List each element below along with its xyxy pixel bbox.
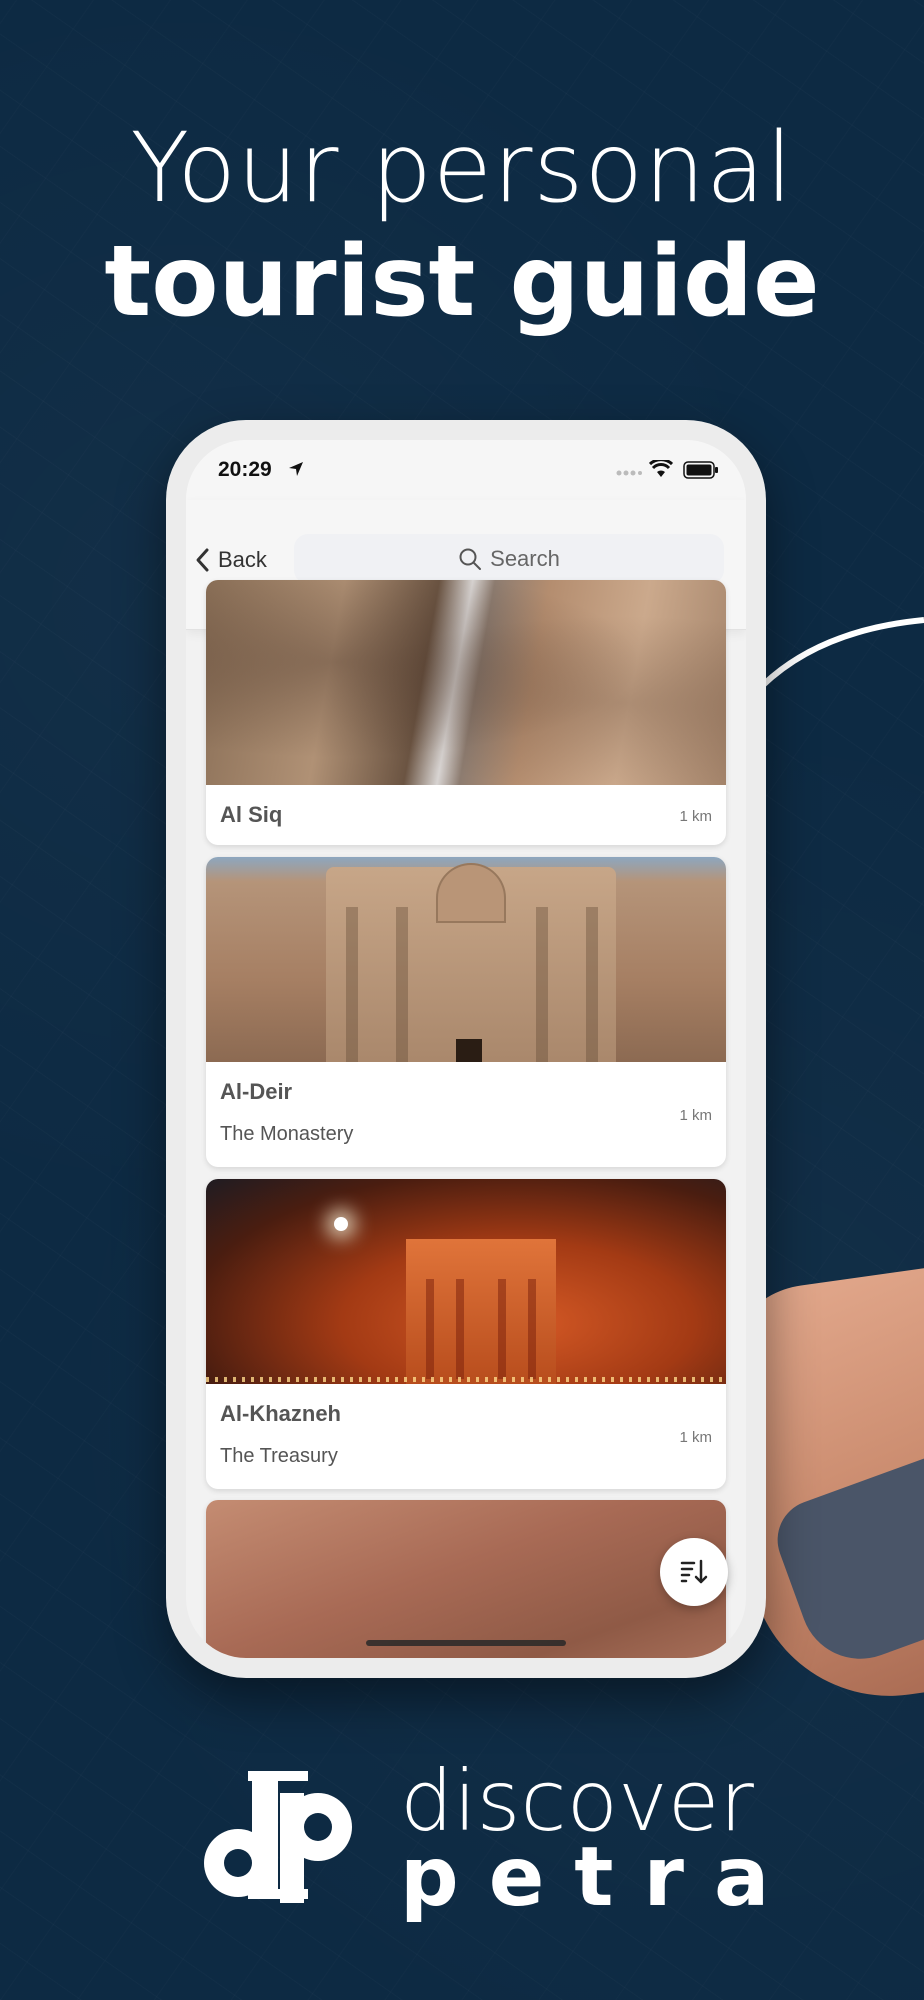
back-label: Back [218, 547, 267, 572]
place-title: Al-Khazneh [220, 1401, 341, 1426]
place-subtitle: The Treasury [220, 1445, 338, 1467]
sort-button[interactable] [660, 1538, 728, 1606]
place-distance: 1 km [679, 808, 712, 825]
place-subtitle: The Monastery [220, 1123, 354, 1145]
place-distance: 1 km [679, 1429, 712, 1446]
location-arrow-icon [289, 462, 303, 476]
search-icon [459, 548, 482, 570]
place-card[interactable]: Al-Deir The Monastery 1 km [206, 857, 726, 1167]
home-indicator [366, 1640, 566, 1646]
place-card[interactable] [206, 1500, 726, 1658]
place-photo-al-deir [206, 857, 726, 1062]
moon [334, 1217, 348, 1231]
place-title: Al Siq [220, 802, 283, 827]
place-photo [206, 1500, 726, 1658]
place-photo-al-siq [206, 580, 726, 785]
decorative-arc [760, 617, 924, 689]
treasury-facade [406, 1239, 556, 1384]
logo-letters: dp [279, 1914, 281, 1915]
place-distance: 1 km [679, 1107, 712, 1124]
phone-screen: 20:29 Back Search Al Siq 1 km Al-Deir Th… [186, 440, 746, 1658]
discover-petra-logo-icon: dp [204, 1771, 352, 1915]
wifi-icon [649, 460, 673, 477]
signal-icon [616, 470, 642, 476]
candle-lights [206, 1377, 726, 1382]
place-card[interactable]: Al Siq 1 km [206, 580, 726, 845]
places-list: Al Siq 1 km Al-Deir The Monastery 1 km A… [186, 580, 746, 1658]
sort-descending-icon [680, 1559, 708, 1584]
search-placeholder: Search [490, 546, 560, 571]
brand-name-line-2: petra [400, 1830, 800, 1925]
place-card[interactable]: Al-Khazneh The Treasury 1 km [206, 1179, 726, 1489]
battery-icon [683, 461, 718, 479]
headline-line-2: tourist guide [104, 225, 820, 339]
chevron-left-icon [196, 548, 209, 572]
place-photo-al-khazneh [206, 1179, 726, 1384]
status-time: 20:29 [218, 458, 272, 481]
monastery-facade [326, 863, 616, 1062]
headline-line-1: Your personal [130, 112, 794, 224]
status-bar: 20:29 [186, 440, 746, 500]
search-input[interactable]: Search [294, 534, 724, 584]
back-button[interactable]: Back [194, 538, 267, 582]
place-title: Al-Deir [220, 1079, 293, 1104]
